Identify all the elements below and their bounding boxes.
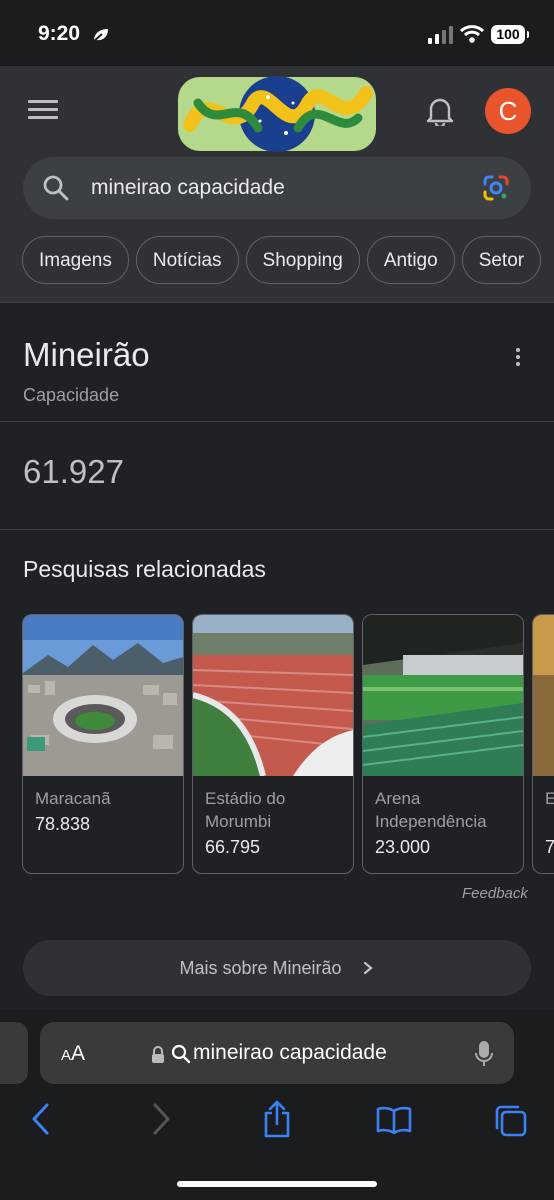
search-icon	[43, 175, 69, 201]
search-icon	[171, 1044, 191, 1064]
related-card-name: E G	[545, 787, 554, 810]
notifications-bell-icon[interactable]	[426, 96, 454, 126]
back-icon[interactable]	[30, 1102, 52, 1136]
maracana-image	[23, 615, 183, 776]
morumbi-image	[193, 615, 353, 776]
knowledge-subtitle: Capacidade	[23, 385, 120, 405]
independencia-image	[363, 615, 523, 776]
capacity-value: 61.927	[23, 453, 124, 490]
related-card-partial[interactable]: E G 7	[532, 614, 554, 874]
leaf-icon	[92, 29, 108, 43]
reader-settings-button[interactable]: AA	[61, 1042, 85, 1066]
divider	[0, 302, 554, 303]
address-bar[interactable]: AA mineirao capacidade	[40, 1022, 514, 1084]
related-card-morumbi[interactable]: Estádio do Morumbi 66.795	[192, 614, 354, 874]
bookmarks-icon[interactable]	[376, 1106, 412, 1134]
share-icon[interactable]	[262, 1100, 292, 1138]
divider	[0, 529, 554, 530]
home-indicator	[177, 1181, 377, 1187]
tabs-icon[interactable]	[494, 1104, 528, 1138]
divider	[0, 421, 554, 422]
search-bar[interactable]: mineirao capacidade	[23, 157, 531, 219]
microphone-icon[interactable]	[474, 1040, 494, 1068]
more-about-label: Mais sobre Mineirão	[179, 958, 342, 978]
related-card-independencia[interactable]: Arena Independência 23.000	[362, 614, 524, 874]
more-options-icon[interactable]	[516, 348, 522, 369]
forward-icon[interactable]	[150, 1102, 172, 1136]
related-card-name: Maracanã	[35, 789, 111, 808]
battery-indicator: 100	[491, 25, 529, 44]
chip-noticias[interactable]: Notícias	[135, 236, 239, 284]
search-input[interactable]: mineirao capacidade	[91, 176, 285, 200]
more-about-button[interactable]: Mais sobre Mineirão	[23, 940, 531, 996]
google-lens-icon[interactable]	[482, 174, 510, 202]
wifi-icon	[460, 25, 484, 43]
google-doodle-logo[interactable]	[178, 73, 376, 153]
related-card-name: Arena Independência	[375, 789, 487, 831]
status-time: 9:20	[38, 22, 81, 45]
chip-antigo[interactable]: Antigo	[366, 236, 455, 284]
feedback-link[interactable]: Feedback	[462, 885, 528, 902]
related-card-maracana[interactable]: Maracanã 78.838	[22, 614, 184, 874]
chip-setor[interactable]: Setor	[461, 236, 542, 284]
chip-imagens[interactable]: Imagens	[22, 236, 129, 284]
cellular-signal-icon	[428, 26, 453, 44]
chevron-right-icon	[363, 961, 373, 975]
related-searches-title: Pesquisas relacionadas	[23, 556, 266, 582]
related-card-value: 66.795	[205, 837, 261, 857]
related-card-value: 7	[545, 837, 554, 858]
knowledge-title: Mineirão	[23, 336, 150, 373]
url-text: mineirao capacidade	[193, 1041, 387, 1064]
related-card-value: 78.838	[35, 814, 91, 834]
chip-shopping[interactable]: Shopping	[245, 236, 360, 284]
account-avatar[interactable]: C	[485, 88, 531, 134]
related-cards: Maracanã 78.838 Estádio do Morumbi 66.79…	[22, 614, 554, 874]
status-bar: 9:20 100	[0, 0, 554, 66]
lock-icon	[152, 1046, 164, 1063]
related-card-value: 23.000	[375, 837, 431, 857]
related-card-name: Estádio do Morumbi	[205, 789, 286, 831]
filter-chips: Imagens Notícias Shopping Antigo Setor	[22, 236, 554, 288]
menu-button[interactable]	[28, 100, 58, 122]
previous-tab-edge[interactable]	[0, 1022, 28, 1084]
stadium-image	[533, 615, 554, 776]
